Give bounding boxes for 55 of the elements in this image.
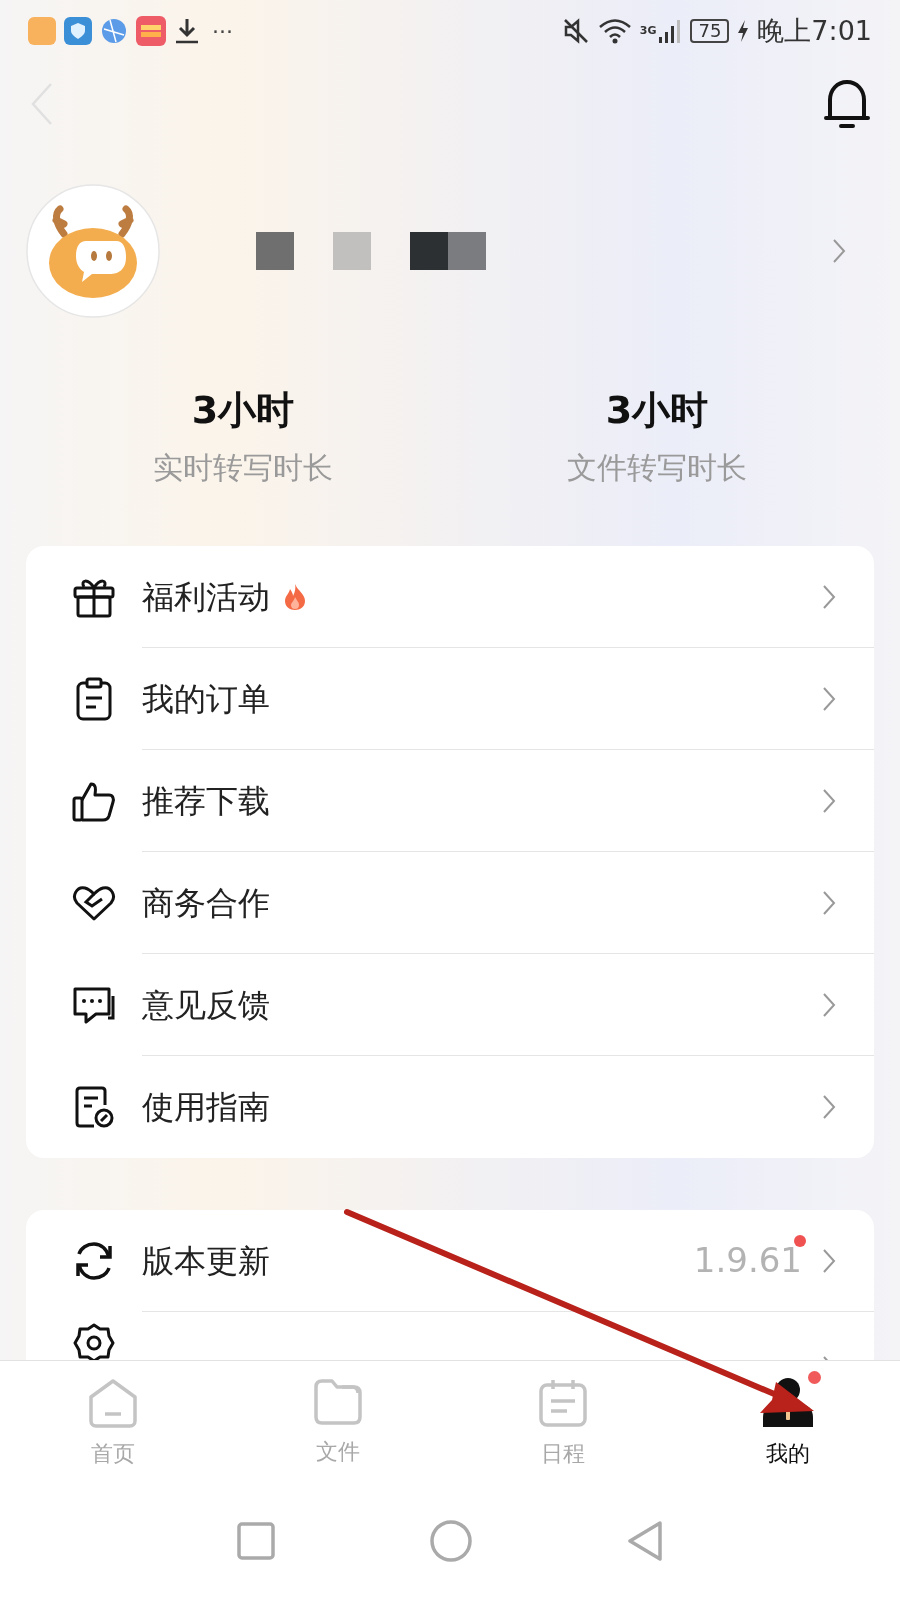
app-icon (28, 17, 56, 45)
menu-item[interactable]: 意见反馈 (26, 954, 874, 1056)
menu-label: 意见反馈 (142, 984, 270, 1026)
menu-item[interactable]: 使用指南 (26, 1056, 874, 1158)
stat-label: 实时转写时长 (153, 449, 333, 487)
menu-item[interactable]: 商务合作 (26, 852, 874, 954)
chevron-right-icon (822, 787, 836, 814)
chevron-right-icon (832, 238, 846, 264)
stat-value: 3小时 (191, 387, 295, 434)
settings-icon (73, 1322, 115, 1360)
shield-icon (64, 17, 92, 45)
more-notifications: ··· (212, 17, 233, 46)
chevron-right-icon (822, 1247, 836, 1274)
thumbs-up-icon (72, 780, 116, 822)
globe-icon (100, 17, 128, 45)
wifi-icon (597, 17, 632, 45)
menu-label: 推荐下载 (142, 780, 270, 822)
menu-item[interactable]: 版本更新 1.9.61 (26, 1210, 874, 1312)
folder-icon (311, 1377, 364, 1427)
menu-label: 版本更新 (142, 1240, 270, 1282)
menu-item[interactable]: 福利活动 (26, 546, 874, 648)
avatar[interactable] (26, 184, 160, 318)
clock-time: 晚上7:01 (757, 13, 872, 48)
recents-button[interactable] (237, 1521, 276, 1560)
notification-bell-icon[interactable] (824, 78, 870, 130)
chevron-right-icon (822, 889, 836, 916)
chevron-right-icon (822, 1094, 836, 1120)
charging-icon (737, 19, 750, 43)
mute-icon (561, 17, 590, 45)
guide-document-icon (74, 1085, 114, 1129)
clipboard-icon (75, 677, 113, 721)
stat-label: 文件转写时长 (567, 449, 747, 487)
menu-item[interactable]: 我的订单 (26, 648, 874, 750)
calendar-icon (536, 1377, 589, 1429)
back-icon[interactable] (30, 82, 54, 126)
home-button[interactable] (430, 1519, 472, 1562)
chevron-right-icon (822, 583, 836, 610)
refresh-icon (73, 1240, 115, 1282)
menu-label: 我的订单 (142, 678, 270, 720)
signal-icon (658, 17, 683, 45)
stat-value: 3小时 (605, 387, 709, 434)
download-icon (174, 17, 200, 45)
home-icon (86, 1377, 139, 1429)
menu-label: 商务合作 (142, 882, 270, 924)
battery-level: 75 (690, 19, 730, 43)
back-button[interactable] (626, 1519, 663, 1562)
network-type: 3G (639, 22, 657, 39)
menu-label: 使用指南 (142, 1087, 270, 1128)
app-icon (136, 16, 166, 46)
chevron-right-icon (822, 991, 836, 1018)
menu-item[interactable]: 推荐下载 (26, 750, 874, 852)
chevron-right-icon (822, 685, 836, 712)
menu-label: 福利活动 (142, 576, 270, 618)
handshake-heart-icon (72, 884, 116, 922)
version-number: 1.9.61 (693, 1240, 802, 1280)
